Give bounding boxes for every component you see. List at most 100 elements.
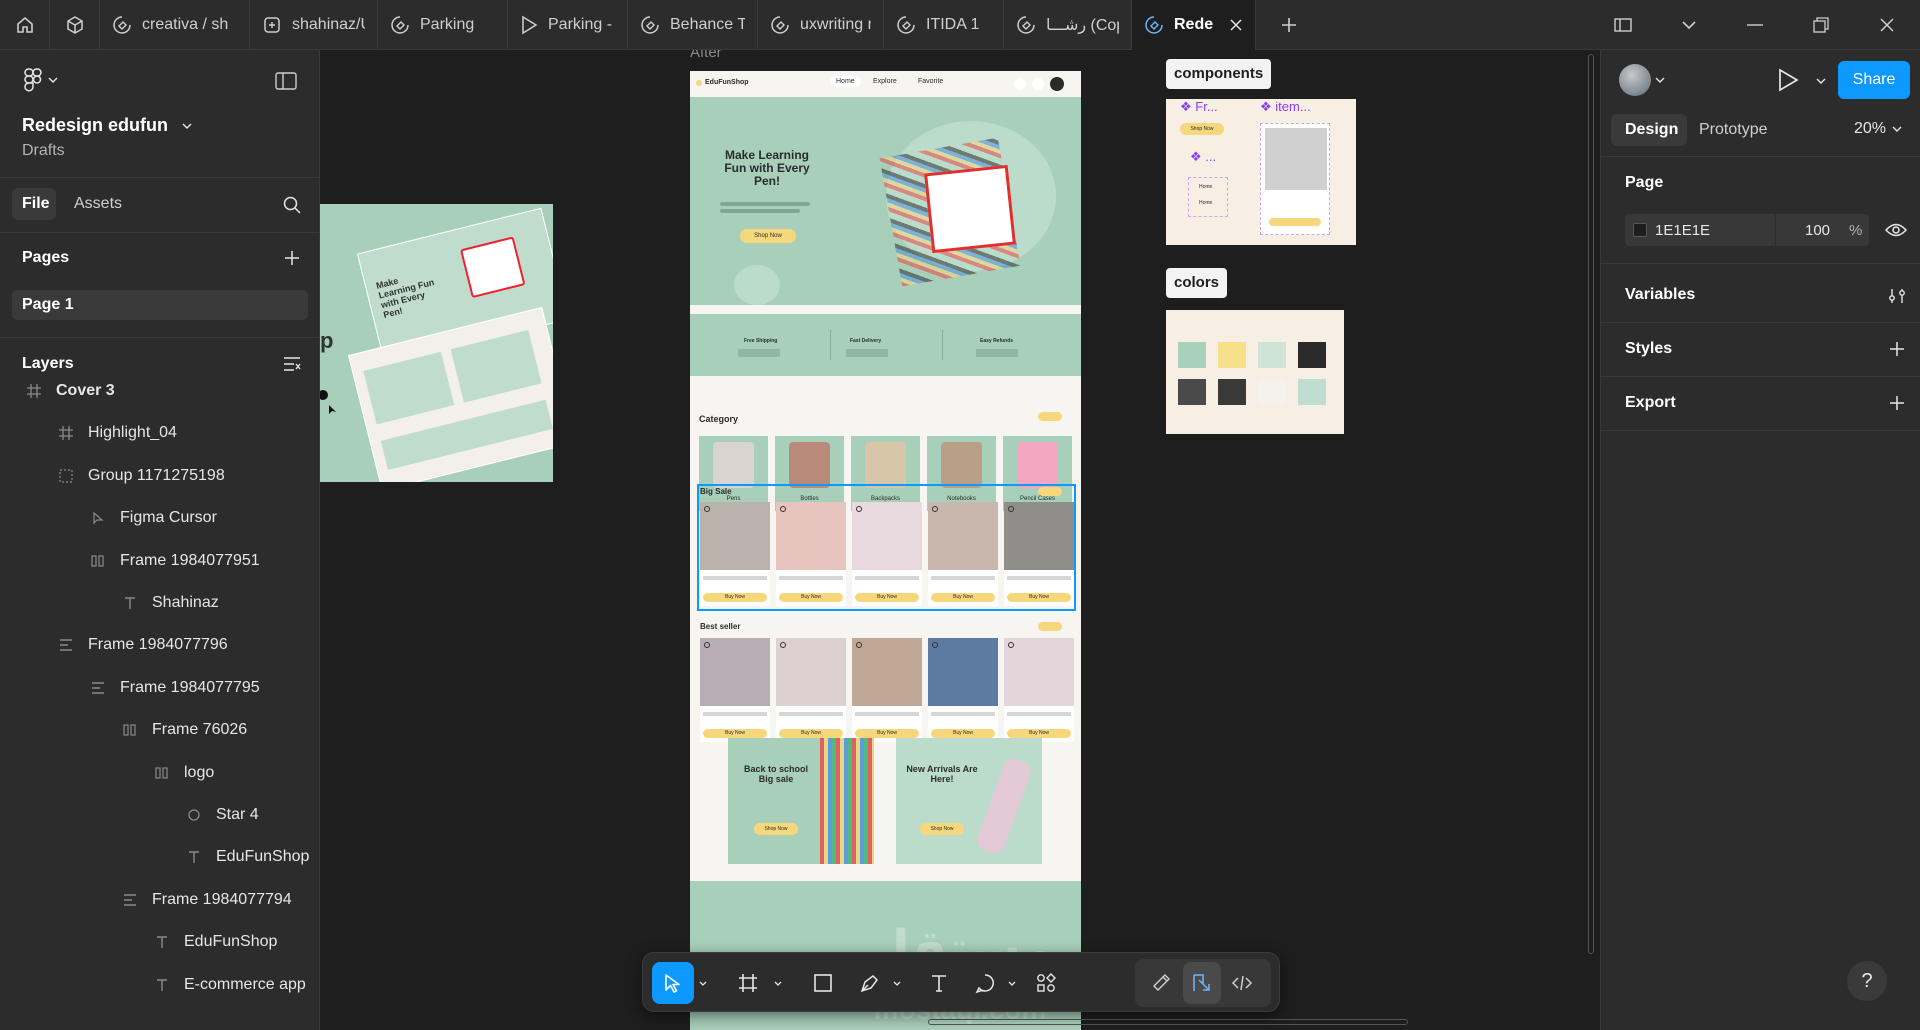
vertical-scrollbar[interactable]: [1588, 54, 1594, 954]
close-tab-icon[interactable]: [1229, 18, 1243, 32]
chevron-down-icon[interactable]: [695, 962, 711, 1004]
visibility-eye-icon[interactable]: [1885, 222, 1907, 238]
new-tab-icon[interactable]: [1264, 0, 1314, 50]
panel-toggle-icon[interactable]: [275, 72, 297, 90]
pen-tool-icon[interactable]: [849, 962, 891, 1004]
layer-item[interactable]: Frame 1984077794: [120, 879, 292, 921]
add-style-icon[interactable]: [1888, 340, 1906, 358]
color-swatch[interactable]: [1178, 342, 1206, 368]
tab-prototype[interactable]: Prototype: [1699, 121, 1767, 139]
colors-frame[interactable]: [1166, 310, 1344, 434]
user-menu[interactable]: [1619, 64, 1665, 96]
chevron-down-icon[interactable]: [1656, 0, 1722, 50]
layer-item[interactable]: logo: [152, 752, 214, 794]
layer-item[interactable]: Shahinaz: [120, 582, 219, 624]
layer-item[interactable]: Frame 1984077951: [88, 540, 260, 582]
layer-item[interactable]: Frame 76026: [120, 709, 247, 751]
layer-item[interactable]: Cover 3: [24, 370, 115, 412]
variables-icon[interactable]: [1888, 287, 1906, 305]
chevron-down-icon[interactable]: [1816, 78, 1826, 84]
styles-title: Styles: [1625, 340, 1673, 357]
share-button[interactable]: Share: [1838, 61, 1910, 99]
sidebar-toggle-icon[interactable]: [1590, 0, 1656, 50]
layer-item[interactable]: Frame 1984077796: [56, 624, 228, 666]
actions-icon[interactable]: [1025, 962, 1067, 1004]
file-name-button[interactable]: Redesign edufun: [22, 115, 192, 136]
color-swatch[interactable]: [1218, 379, 1246, 405]
tab-file[interactable]: uxwriting no: [758, 0, 884, 50]
color-swatch[interactable]: [1633, 223, 1647, 237]
color-swatch[interactable]: [1178, 379, 1206, 405]
minimize-icon[interactable]: [1722, 0, 1788, 50]
text-tool-icon[interactable]: [918, 962, 960, 1004]
restore-icon[interactable]: [1788, 0, 1854, 50]
layer-item[interactable]: Star 4: [184, 794, 259, 836]
search-icon[interactable]: [283, 196, 301, 214]
tab-file[interactable]: Behance Te: [628, 0, 758, 50]
zoom-control[interactable]: 20%: [1854, 120, 1902, 138]
page-color-value[interactable]: 1E1E1E: [1655, 222, 1710, 239]
tab-file[interactable]: creativa / sh: [100, 0, 250, 50]
close-window-icon[interactable]: [1854, 0, 1920, 50]
layer-label: Shahinaz: [152, 594, 219, 611]
page-opacity-value[interactable]: 100: [1805, 222, 1830, 239]
horizontal-scrollbar[interactable]: [928, 1019, 1408, 1025]
rectangle-tool-icon[interactable]: [802, 962, 844, 1004]
layer-item[interactable]: Frame 1984077795: [88, 667, 260, 709]
add-page-icon[interactable]: [283, 249, 301, 267]
color-swatch[interactable]: [1258, 342, 1286, 368]
components-frame[interactable]: ❖ Fr... ❖ item... Shop Now ❖ ... Home Ho…: [1166, 99, 1356, 245]
page-color-field[interactable]: 1E1E1E 100 %: [1625, 214, 1869, 246]
tab-file[interactable]: رشـــا (Copy: [1004, 0, 1132, 50]
community-icon[interactable]: [50, 0, 100, 50]
canvas[interactable]: p Make Learning Fun with Every Pen! Afte…: [320, 50, 1600, 1030]
chevron-down-icon[interactable]: [889, 962, 905, 1004]
tab-active[interactable]: Redesig: [1132, 0, 1256, 50]
chevron-down-icon: [1892, 126, 1902, 132]
product-image: [928, 638, 998, 706]
page-item[interactable]: Page 1: [12, 290, 308, 320]
tab-file[interactable]: Parking - pr: [508, 0, 628, 50]
color-swatch[interactable]: [1298, 342, 1326, 368]
add-export-icon[interactable]: [1888, 394, 1906, 412]
frame-tool-icon[interactable]: [727, 962, 769, 1004]
site-frame[interactable]: EduFunShop Home Explore Favorite Make Le…: [690, 71, 1081, 1030]
layer-item[interactable]: EduFunShop: [184, 836, 309, 878]
collapse-layers-icon[interactable]: [283, 356, 301, 372]
help-button[interactable]: ?: [1847, 961, 1887, 1001]
comment-tool-icon[interactable]: [964, 962, 1006, 1004]
field-divider: [1775, 214, 1776, 246]
home-icon[interactable]: [0, 0, 50, 50]
tab-bar: creativa / sh shahinaz/UX Parking Parking -…: [0, 0, 1920, 50]
present-play-icon[interactable]: [1777, 68, 1799, 92]
tab-file[interactable]: Parking: [378, 0, 508, 50]
autolayout-icon: [88, 551, 108, 571]
layer-item[interactable]: Group 1171275198: [56, 455, 225, 497]
layer-item[interactable]: E-commerce app: [152, 964, 306, 1006]
components-label[interactable]: components: [1166, 59, 1272, 89]
tab-assets[interactable]: Assets: [74, 195, 122, 213]
layer-item[interactable]: EduFunShop: [152, 921, 277, 963]
main-menu-button[interactable]: [24, 68, 58, 92]
color-swatch[interactable]: [1298, 379, 1326, 405]
color-swatch[interactable]: [1258, 379, 1286, 405]
tab-file[interactable]: shahinaz/UX: [250, 0, 378, 50]
tab-file[interactable]: ITIDA 1: [884, 0, 1004, 50]
frame-icon: [24, 381, 44, 401]
colors-label[interactable]: colors: [1166, 268, 1228, 298]
draw-mode-icon[interactable]: [1143, 962, 1181, 1004]
autolayout-v-icon: [88, 678, 108, 698]
chevron-down-icon[interactable]: [1004, 962, 1020, 1004]
layer-item[interactable]: Figma Cursor: [88, 497, 217, 539]
design-mode-icon[interactable]: [1183, 962, 1221, 1004]
layer-item[interactable]: Highlight_04: [56, 412, 177, 454]
cover-frame[interactable]: p Make Learning Fun with Every Pen!: [320, 204, 553, 482]
buy-button: Buy Now: [931, 593, 995, 602]
color-swatch[interactable]: [1218, 342, 1246, 368]
dev-mode-icon[interactable]: [1223, 962, 1261, 1004]
tab-label: shahinaz/UX: [292, 16, 365, 33]
move-tool-icon[interactable]: [652, 962, 694, 1004]
site-nav: EduFunShop Home Explore Favorite: [690, 71, 1081, 97]
promo-1-button: Shop Now: [754, 823, 798, 835]
chevron-down-icon[interactable]: [770, 962, 786, 1004]
